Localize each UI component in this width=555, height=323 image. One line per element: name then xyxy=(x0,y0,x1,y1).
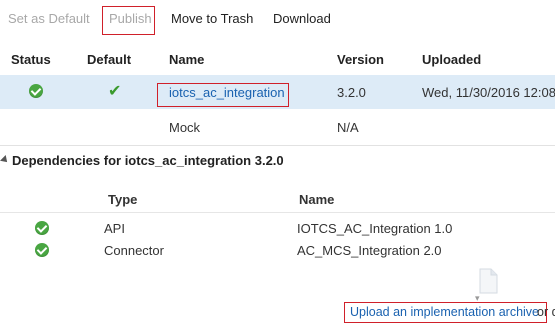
version-cell: 3.2.0 xyxy=(337,85,366,100)
table-row[interactable]: Mock N/A xyxy=(0,110,555,144)
name-column-header: Name xyxy=(169,52,205,67)
version-cell: N/A xyxy=(337,120,359,135)
dependency-name: IOTCS_AC_Integration 1.0 xyxy=(297,221,453,236)
status-ok-icon xyxy=(29,84,43,98)
dependencies-section: Dependencies for iotcs_ac_integration 3.… xyxy=(0,145,555,174)
move-to-trash-button[interactable]: Move to Trash xyxy=(171,11,253,26)
implementation-name-link[interactable]: iotcs_ac_integration xyxy=(169,85,285,100)
uploaded-cell: Wed, 11/30/2016 12:08 xyxy=(422,85,555,100)
uploaded-column-header: Uploaded xyxy=(422,52,482,67)
dependency-row: API IOTCS_AC_Integration 1.0 xyxy=(0,218,555,240)
set-as-default-button[interactable]: Set as Default xyxy=(8,11,90,26)
status-ok-icon xyxy=(35,243,49,257)
status-ok-icon xyxy=(35,221,49,235)
drop-arrow-icon: ▾ xyxy=(475,293,480,303)
dependency-row: Connector AC_MCS_Integration 2.0 xyxy=(0,240,555,262)
upload-trailing-text: or d xyxy=(537,305,555,319)
collapse-triangle-icon[interactable] xyxy=(0,155,10,165)
implementation-name: Mock xyxy=(169,120,201,135)
upload-archive-link[interactable]: Upload an implementation archive xyxy=(350,305,539,319)
type-column-header: Type xyxy=(108,192,138,207)
document-upload-icon xyxy=(479,268,498,294)
default-column-header: Default xyxy=(87,52,132,67)
publish-button[interactable]: Publish xyxy=(109,11,152,26)
table-header: Status Default Name Version Uploaded xyxy=(0,44,555,74)
status-column-header: Status xyxy=(11,52,51,67)
dependency-type: API xyxy=(104,221,125,236)
dependencies-title: Dependencies for iotcs_ac_integration 3.… xyxy=(12,153,284,168)
toolbar: Set as Default Publish Move to Trash Dow… xyxy=(0,0,555,38)
dependency-type: Connector xyxy=(104,243,164,258)
download-button[interactable]: Download xyxy=(273,11,331,26)
dependencies-header: Type Name xyxy=(0,184,555,213)
dependency-name: AC_MCS_Integration 2.0 xyxy=(297,243,442,258)
table-row[interactable]: ✔ iotcs_ac_integration 3.2.0 Wed, 11/30/… xyxy=(0,75,555,109)
default-check-icon: ✔ xyxy=(108,83,122,100)
version-column-header: Version xyxy=(337,52,384,67)
dependency-name-column-header: Name xyxy=(299,192,335,207)
